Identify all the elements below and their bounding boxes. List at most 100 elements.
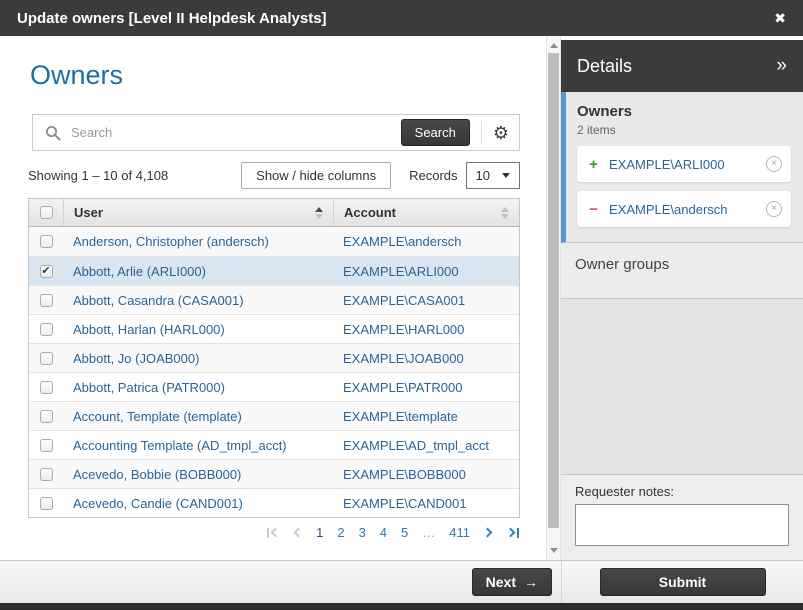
pagination-last-icon[interactable] — [505, 527, 519, 538]
table-row[interactable]: Abbott, Harlan (HARL000) EXAMPLE\HARL000 — [29, 314, 519, 343]
column-header-account-label: Account — [344, 205, 396, 220]
wizard-footer: Next → — [0, 560, 561, 603]
scroll-up-icon[interactable] — [550, 43, 558, 48]
account-link[interactable]: EXAMPLE\template — [343, 409, 458, 424]
user-link[interactable]: Abbott, Harlan (HARL000) — [73, 322, 225, 337]
row-checkbox[interactable] — [39, 380, 53, 394]
account-link[interactable]: EXAMPLE\HARL000 — [343, 322, 464, 337]
account-link[interactable]: EXAMPLE\BOBB000 — [343, 467, 466, 482]
vertical-scrollbar[interactable] — [546, 36, 561, 560]
scroll-down-icon[interactable] — [550, 548, 558, 553]
pagination-first-icon[interactable] — [267, 527, 281, 538]
row-checkbox[interactable] — [39, 409, 53, 423]
row-checkbox[interactable] — [39, 438, 53, 452]
select-all-cell — [29, 206, 63, 219]
submit-button[interactable]: Submit — [599, 568, 766, 596]
owner-change-label[interactable]: EXAMPLE\ARLI000 — [609, 157, 725, 172]
table-row[interactable]: Acevedo, Candie (CAND001) EXAMPLE\CAND001 — [29, 488, 519, 517]
pagination-page[interactable]: 5 — [401, 525, 408, 540]
column-header-account[interactable]: Account — [333, 199, 519, 226]
user-link[interactable]: Abbott, Patrica (PATR000) — [73, 380, 225, 395]
details-sidebar: Details » Owners 2 items + EXAMPLE\ARLI00… — [561, 36, 803, 560]
pagination-next-icon[interactable] — [482, 527, 493, 538]
account-cell: EXAMPLE\CAND001 — [333, 489, 519, 517]
row-checkbox[interactable] — [39, 467, 53, 481]
search-input[interactable] — [71, 125, 401, 140]
show-hide-columns-button[interactable]: Show / hide columns — [241, 162, 392, 189]
account-link[interactable]: EXAMPLE\CASA001 — [343, 293, 465, 308]
row-checkbox-cell — [29, 438, 63, 452]
scrollbar-thumb[interactable] — [548, 53, 559, 528]
table-row[interactable]: Abbott, Jo (JOAB000) EXAMPLE\JOAB000 — [29, 343, 519, 372]
search-icon — [46, 125, 61, 141]
row-checkbox-cell — [29, 467, 63, 481]
close-icon[interactable]: ✖ — [774, 10, 786, 27]
dialog-title: Update owners [Level II Helpdesk Analyst… — [17, 9, 327, 27]
sidebar-empty-area — [561, 299, 803, 474]
submit-footer: Submit — [561, 560, 803, 603]
user-cell: Abbott, Casandra (CASA001) — [63, 286, 333, 314]
table-row[interactable]: Abbott, Casandra (CASA001) EXAMPLE\CASA00… — [29, 285, 519, 314]
user-link[interactable]: Abbott, Jo (JOAB000) — [73, 351, 199, 366]
pagination: 1 2 3 4 5 … 411 — [0, 525, 519, 540]
account-link[interactable]: EXAMPLE\CAND001 — [343, 496, 467, 511]
dialog-bottom-edge — [0, 603, 803, 610]
account-link[interactable]: EXAMPLE\PATR000 — [343, 380, 462, 395]
account-cell: EXAMPLE\ARLI000 — [333, 257, 519, 285]
user-link[interactable]: Abbott, Casandra (CASA001) — [73, 293, 244, 308]
table-row[interactable]: Acevedo, Bobbie (BOBB000) EXAMPLE\BOBB000 — [29, 459, 519, 488]
pagination-page[interactable]: 411 — [449, 525, 470, 540]
divider — [480, 120, 482, 145]
records-label: Records — [409, 168, 458, 183]
user-cell: Acevedo, Bobbie (BOBB000) — [63, 460, 333, 488]
user-link[interactable]: Acevedo, Candie (CAND001) — [73, 496, 243, 511]
next-button[interactable]: Next → — [471, 568, 552, 596]
row-checkbox[interactable] — [39, 351, 53, 365]
search-button[interactable]: Search — [400, 119, 470, 146]
owner-change-item: + EXAMPLE\ARLI000 × — [577, 146, 791, 182]
user-link[interactable]: Accounting Template (AD_tmpl_acct) — [73, 438, 287, 453]
pagination-page[interactable]: 3 — [359, 525, 366, 540]
user-link[interactable]: Abbott, Arlie (ARLI000) — [73, 264, 206, 279]
user-link[interactable]: Acevedo, Bobbie (BOBB000) — [73, 467, 241, 482]
account-link[interactable]: EXAMPLE\andersch — [343, 234, 462, 249]
pagination-page[interactable]: 1 — [316, 525, 323, 540]
sort-asc-icon — [315, 206, 323, 219]
sort-both-icon — [501, 206, 509, 219]
records-select[interactable]: 10 — [465, 162, 520, 189]
table-row[interactable]: ✔ Abbott, Arlie (ARLI000) EXAMPLE\ARLI000 — [29, 256, 519, 285]
row-checkbox[interactable] — [39, 235, 53, 248]
select-all-checkbox[interactable] — [39, 206, 53, 219]
search-bar: Search ⚙ — [32, 114, 520, 151]
dismiss-icon[interactable]: × — [766, 156, 782, 172]
owner-change-label[interactable]: EXAMPLE\andersch — [609, 202, 728, 217]
row-checkbox-cell — [29, 380, 63, 394]
page-title: Owners — [30, 60, 124, 90]
column-header-user[interactable]: User — [63, 199, 333, 226]
details-header: Details » — [561, 40, 803, 92]
pagination-page[interactable]: 2 — [337, 525, 344, 540]
row-checkbox[interactable]: ✔ — [39, 264, 53, 278]
user-cell: Abbott, Arlie (ARLI000) — [63, 257, 333, 285]
table-row[interactable]: Accounting Template (AD_tmpl_acct) EXAMPL… — [29, 430, 519, 459]
account-link[interactable]: EXAMPLE\AD_tmpl_acct — [343, 438, 489, 453]
account-link[interactable]: EXAMPLE\JOAB000 — [343, 351, 464, 366]
account-link[interactable]: EXAMPLE\ARLI000 — [343, 264, 459, 279]
row-checkbox[interactable] — [39, 496, 53, 510]
pagination-page[interactable]: 4 — [380, 525, 387, 540]
account-cell: EXAMPLE\template — [333, 402, 519, 430]
user-link[interactable]: Anderson, Christopher (andersch) — [73, 234, 269, 249]
table-row[interactable]: Account, Template (template) EXAMPLE\temp… — [29, 401, 519, 430]
gear-icon[interactable]: ⚙ — [493, 124, 509, 142]
table-row[interactable]: Anderson, Christopher (andersch) EXAMPLE\… — [29, 227, 519, 256]
pagination-prev-icon[interactable] — [293, 527, 304, 538]
requester-notes-input[interactable] — [575, 504, 789, 546]
dismiss-icon[interactable]: × — [766, 201, 782, 217]
row-checkbox-cell: ✔ — [29, 264, 63, 278]
collapse-chevron-icon[interactable]: » — [776, 55, 787, 77]
requester-notes-section: Requester notes: — [561, 474, 803, 560]
row-checkbox[interactable] — [39, 293, 53, 307]
row-checkbox[interactable] — [39, 322, 53, 336]
table-row[interactable]: Abbott, Patrica (PATR000) EXAMPLE\PATR000 — [29, 372, 519, 401]
user-link[interactable]: Account, Template (template) — [73, 409, 242, 424]
